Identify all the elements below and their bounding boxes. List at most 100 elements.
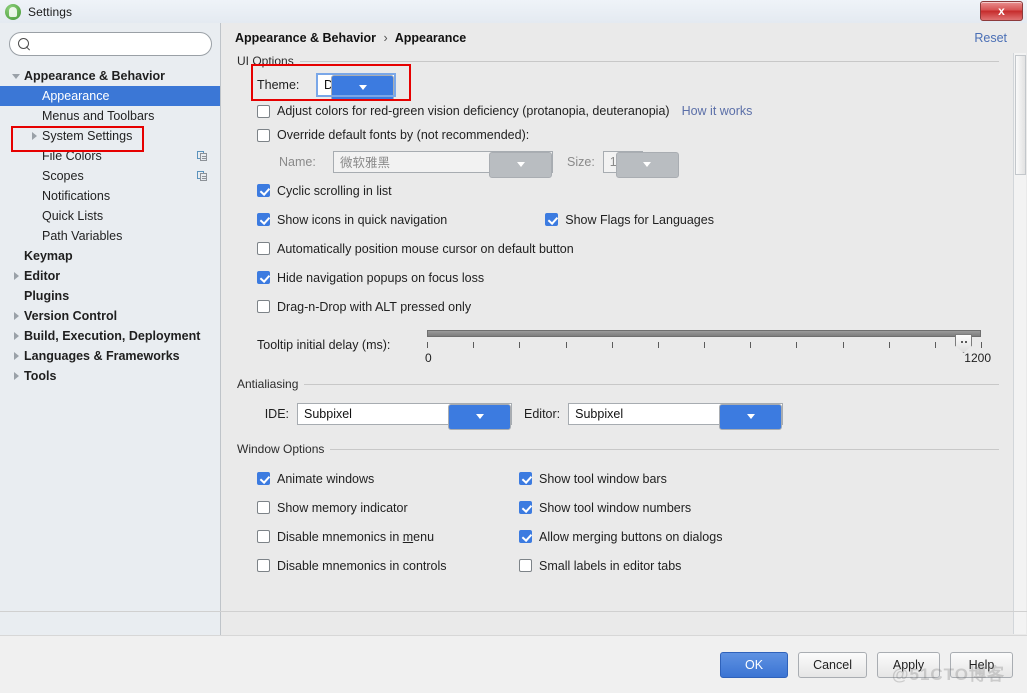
override-fonts-checkbox[interactable] bbox=[257, 128, 270, 142]
dialog-footer: OK Cancel Apply Help bbox=[0, 635, 1027, 693]
show-memory-indicator-label[interactable]: Show memory indicator bbox=[277, 501, 408, 515]
disable-mnemonics-in-menu-checkbox[interactable] bbox=[257, 530, 270, 543]
sidebar-item-label: Tools bbox=[24, 369, 57, 383]
sidebar-item-label: Scopes bbox=[42, 169, 84, 183]
section-rule bbox=[304, 383, 999, 385]
reset-link[interactable]: Reset bbox=[974, 31, 1007, 45]
show-tool-window-numbers-checkbox[interactable] bbox=[519, 501, 532, 514]
search-input[interactable] bbox=[36, 36, 203, 52]
sidebar-item-label: Path Variables bbox=[42, 229, 123, 243]
chevron-right-icon[interactable] bbox=[8, 352, 24, 360]
sidebar-item-menus-and-toolbars[interactable]: Menus and Toolbars bbox=[0, 106, 220, 126]
chevron-down-icon[interactable] bbox=[8, 73, 24, 79]
allow-merging-buttons-on-dialogs-checkbox[interactable] bbox=[519, 530, 532, 543]
drag-n-drop-alt-checkbox[interactable] bbox=[257, 300, 270, 313]
small-labels-in-editor-tabs-checkbox[interactable] bbox=[519, 559, 532, 572]
ok-button[interactable]: OK bbox=[720, 651, 789, 678]
scrollbar-thumb[interactable] bbox=[1015, 55, 1026, 175]
auto-position-cursor-label[interactable]: Automatically position mouse cursor on d… bbox=[277, 242, 574, 256]
cyclic-scrolling-label[interactable]: Cyclic scrolling in list bbox=[277, 184, 392, 198]
sidebar-item-tools[interactable]: Tools bbox=[0, 366, 220, 386]
section-rule bbox=[299, 60, 999, 62]
title-bar: Settings x bbox=[0, 0, 1027, 23]
sidebar-item-languages-frameworks[interactable]: Languages & Frameworks bbox=[0, 346, 220, 366]
show-memory-indicator-checkbox[interactable] bbox=[257, 501, 270, 514]
sidebar-item-appearance[interactable]: Appearance bbox=[0, 86, 220, 106]
hide-nav-popups-checkbox[interactable] bbox=[257, 271, 270, 284]
tooltip-delay-slider[interactable] bbox=[427, 330, 981, 353]
sidebar-item-appearance-behavior[interactable]: Appearance & Behavior bbox=[0, 66, 220, 86]
chevron-down-icon[interactable] bbox=[719, 403, 783, 430]
sidebar-item-plugins[interactable]: Plugins bbox=[0, 286, 220, 306]
quick-nav-row: Show icons in quick navigation Show Flag… bbox=[257, 205, 999, 234]
sidebar-item-label: Keymap bbox=[24, 249, 73, 263]
adjust-colors-label[interactable]: Adjust colors for red-green vision defic… bbox=[277, 104, 670, 118]
override-fonts-label[interactable]: Override default fonts by (not recommend… bbox=[277, 128, 529, 142]
sidebar-item-notifications[interactable]: Notifications bbox=[0, 186, 220, 206]
show-tool-window-numbers-label[interactable]: Show tool window numbers bbox=[539, 501, 691, 515]
editor-antialiasing-select[interactable]: Subpixel bbox=[568, 402, 784, 430]
sidebar-item-build-execution-deployment[interactable]: Build, Execution, Deployment bbox=[0, 326, 220, 346]
drag-n-drop-alt-label[interactable]: Drag-n-Drop with ALT pressed only bbox=[277, 300, 471, 314]
show-tool-window-bars-checkbox[interactable] bbox=[519, 472, 532, 485]
cyclic-scrolling-checkbox[interactable] bbox=[257, 184, 270, 197]
chevron-down-icon[interactable] bbox=[331, 74, 394, 101]
copy-icon[interactable] bbox=[197, 150, 208, 162]
cancel-button[interactable]: Cancel bbox=[798, 651, 867, 678]
ide-antialiasing-select[interactable]: Subpixel bbox=[297, 402, 512, 430]
theme-select[interactable]: Darcula bbox=[316, 72, 396, 101]
font-name-select[interactable]: 微软雅黑 bbox=[333, 150, 553, 178]
settings-sidebar: Appearance & Behavior Appearance Menus and… bbox=[0, 23, 221, 635]
section-rule bbox=[330, 448, 999, 450]
chevron-right-icon[interactable] bbox=[8, 312, 24, 320]
copy-icon[interactable] bbox=[197, 170, 208, 182]
search-box[interactable] bbox=[9, 32, 212, 56]
apply-button[interactable]: Apply bbox=[877, 651, 940, 678]
chevron-right-icon[interactable] bbox=[8, 272, 24, 280]
sidebar-item-quick-lists[interactable]: Quick Lists bbox=[0, 206, 220, 226]
window-option-row: Disable mnemonics in controls Small label… bbox=[257, 551, 999, 580]
allow-merging-buttons-on-dialogs-label[interactable]: Allow merging buttons on dialogs bbox=[539, 530, 722, 544]
chevron-right-icon[interactable] bbox=[26, 132, 42, 140]
font-size-select[interactable]: 12 bbox=[602, 150, 679, 178]
close-icon[interactable]: x bbox=[980, 1, 1023, 21]
sidebar-item-version-control[interactable]: Version Control bbox=[0, 306, 220, 326]
sidebar-item-label: Plugins bbox=[24, 289, 70, 303]
show-flags-languages-checkbox[interactable] bbox=[545, 213, 559, 226]
hide-nav-popups-label[interactable]: Hide navigation popups on focus loss bbox=[277, 271, 484, 285]
show-flags-languages-label[interactable]: Show Flags for Languages bbox=[565, 213, 714, 227]
sidebar-item-editor[interactable]: Editor bbox=[0, 266, 220, 286]
adjust-colors-row: Adjust colors for red-green vision defic… bbox=[257, 99, 999, 123]
sidebar-item-path-variables[interactable]: Path Variables bbox=[0, 226, 220, 246]
window-options-title: Window Options bbox=[237, 440, 999, 458]
animate-windows-checkbox[interactable] bbox=[257, 472, 270, 485]
sidebar-item-scopes[interactable]: Scopes bbox=[0, 166, 220, 186]
adjust-colors-checkbox[interactable] bbox=[257, 104, 270, 118]
sidebar-item-label: Notifications bbox=[42, 189, 111, 203]
sidebar-item-keymap[interactable]: Keymap bbox=[0, 246, 220, 266]
sidebar-item-system-settings[interactable]: System Settings bbox=[0, 126, 220, 146]
panel-scrollbar[interactable] bbox=[1013, 53, 1026, 634]
auto-position-cursor-checkbox[interactable] bbox=[257, 242, 270, 255]
animate-windows-label[interactable]: Animate windows bbox=[277, 472, 374, 486]
sidebar-item-label: Appearance & Behavior bbox=[24, 69, 166, 83]
show-icons-quick-nav-label[interactable]: Show icons in quick navigation bbox=[277, 213, 447, 227]
how-it-works-link[interactable]: How it works bbox=[682, 104, 753, 118]
small-labels-in-editor-tabs-label[interactable]: Small labels in editor tabs bbox=[539, 559, 681, 573]
sidebar-item-label: Quick Lists bbox=[42, 209, 104, 223]
show-icons-quick-nav-checkbox[interactable] bbox=[257, 213, 270, 226]
show-tool-window-bars-label[interactable]: Show tool window bars bbox=[539, 472, 667, 486]
disable-mnemonics-in-controls-checkbox[interactable] bbox=[257, 559, 270, 572]
antialiasing-label: Antialiasing bbox=[237, 377, 299, 391]
chevron-down-icon[interactable] bbox=[448, 403, 511, 430]
chevron-down-icon[interactable] bbox=[615, 151, 679, 178]
auto-cursor-row: Automatically position mouse cursor on d… bbox=[257, 234, 999, 263]
chevron-down-icon[interactable] bbox=[489, 151, 552, 178]
breadcrumb-root[interactable]: Appearance & Behavior bbox=[235, 31, 376, 45]
chevron-right-icon[interactable] bbox=[8, 372, 24, 380]
help-button[interactable]: Help bbox=[950, 651, 1013, 678]
disable-mnemonics-in-controls-label[interactable]: Disable mnemonics in controls bbox=[277, 559, 447, 573]
sidebar-item-file-colors[interactable]: File Colors bbox=[0, 146, 220, 166]
chevron-right-icon[interactable] bbox=[8, 332, 24, 340]
disable-mnemonics-in-menu-label[interactable]: Disable mnemonics in menu bbox=[277, 530, 434, 544]
